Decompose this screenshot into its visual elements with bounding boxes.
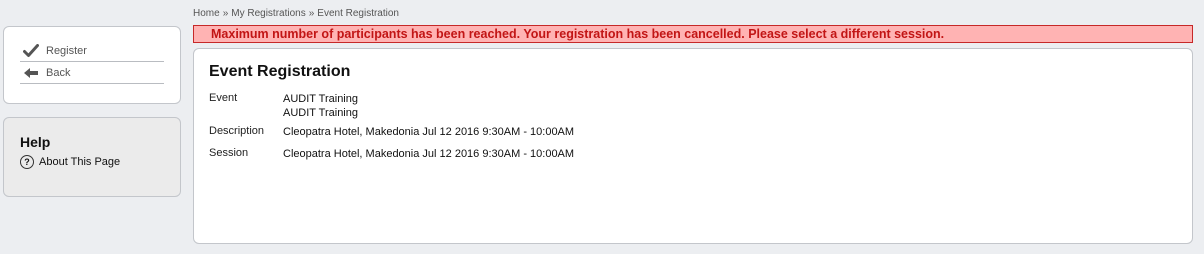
page-title: Event Registration [209, 63, 351, 80]
actions-panel: Register Back [3, 26, 181, 104]
register-label: Register [46, 44, 87, 57]
arrow-left-icon [20, 67, 42, 79]
question-circle-icon: ? [20, 155, 34, 169]
help-title: Help [20, 134, 51, 150]
breadcrumb-separator: » [308, 8, 315, 19]
back-button[interactable]: Back [20, 62, 164, 84]
description-label: Description [209, 125, 265, 137]
event-value: AUDIT Training AUDIT Training [283, 92, 358, 120]
event-value-line: AUDIT Training [283, 107, 358, 119]
breadcrumb: Home» My Registrations» Event Registration [193, 8, 399, 19]
error-banner: Maximum number of participants has been … [193, 25, 1193, 43]
breadcrumb-my-registrations[interactable]: My Registrations [231, 8, 305, 19]
about-this-page-link[interactable]: ? About This Page [20, 155, 120, 169]
session-value: Cleopatra Hotel, Makedonia Jul 12 2016 9… [283, 148, 575, 160]
about-this-page-label: About This Page [39, 156, 121, 168]
error-message: Maximum number of participants has been … [211, 27, 945, 41]
event-value-line: AUDIT Training [283, 93, 358, 105]
main-panel: Event Registration Event AUDIT Training … [193, 48, 1193, 244]
help-panel: Help ? About This Page [3, 117, 181, 197]
breadcrumb-home[interactable]: Home [193, 8, 220, 19]
session-label: Session [209, 147, 249, 159]
description-value: Cleopatra Hotel, Makedonia Jul 12 2016 9… [283, 126, 575, 138]
event-label: Event [209, 92, 238, 104]
checkmark-icon [20, 43, 42, 58]
back-label: Back [46, 66, 71, 79]
breadcrumb-separator: » [222, 8, 229, 19]
breadcrumb-current: Event Registration [317, 8, 399, 19]
register-button[interactable]: Register [20, 40, 164, 62]
